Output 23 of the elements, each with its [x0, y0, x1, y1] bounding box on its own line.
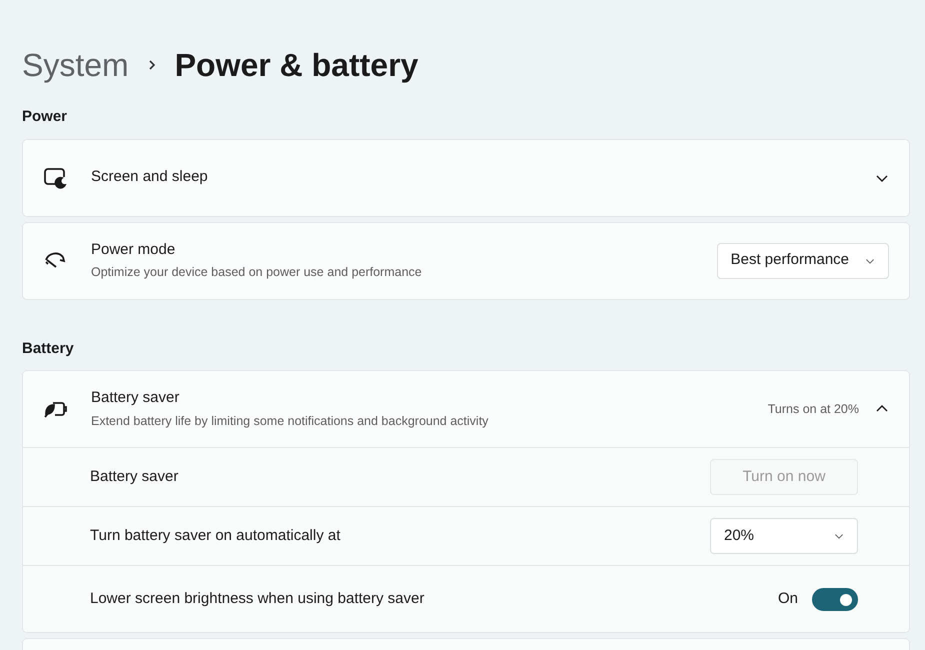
setting-title: Screen and sleep — [91, 167, 209, 188]
gauge-icon — [43, 250, 67, 270]
setting-title: Battery saver — [91, 388, 180, 408]
monitor-moon-icon — [43, 166, 67, 188]
chevron-right-icon — [146, 58, 157, 72]
battery-leaf-icon — [43, 399, 69, 419]
settings-card[interactable]: Screen and sleep — [22, 138, 910, 216]
breadcrumb-link[interactable]: System — [22, 41, 129, 89]
dropdown[interactable]: 20% — [710, 518, 858, 554]
page-title: Power & battery — [174, 46, 418, 85]
toggle-switch[interactable] — [812, 588, 858, 610]
status-text: Turns on at 20% — [768, 400, 859, 418]
setting-description: Extend battery life by limiting some notifications and background activity — [91, 412, 490, 430]
section-heading: Power — [22, 107, 68, 127]
setting-title: Power mode — [91, 240, 176, 260]
section-heading: Battery — [22, 338, 75, 358]
setting-label: Lower screen brightness when using battery saver — [90, 588, 426, 609]
setting-label: Battery saver — [90, 466, 180, 487]
dropdown[interactable]: Best performance — [716, 242, 889, 278]
toggle-state-text: On — [778, 588, 798, 609]
setting-description: Optimize your device based on power use and performance — [91, 264, 423, 282]
setting-label: Turn battery saver on automatically at — [90, 526, 342, 546]
settings-card[interactable] — [22, 370, 910, 633]
